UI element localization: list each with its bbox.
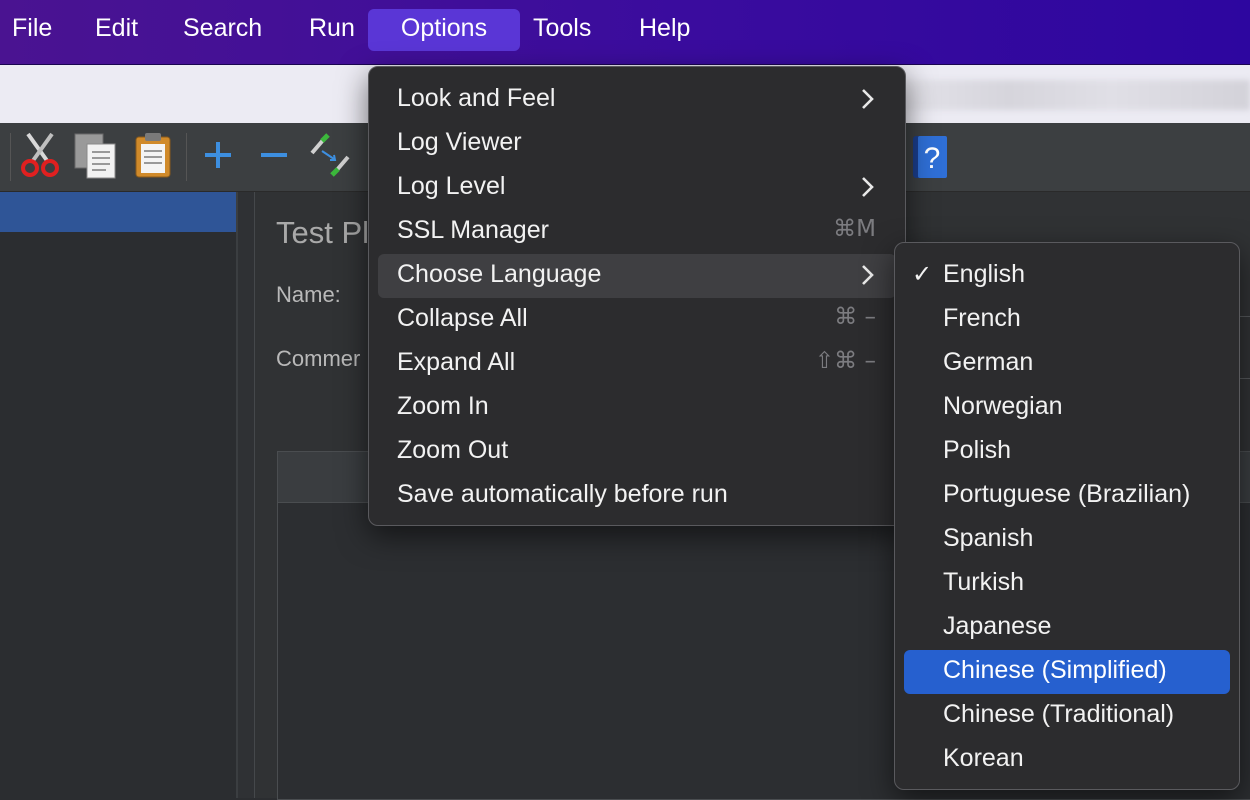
shortcut-label: ⌘ – — [834, 304, 876, 330]
chevron-right-icon — [862, 265, 874, 285]
menu-item-ssl-manager[interactable]: SSL Manager ⌘M — [378, 210, 896, 254]
menu-item-log-viewer[interactable]: Log Viewer — [378, 122, 896, 166]
menu-item-label: Log Viewer — [397, 128, 522, 156]
language-item-japanese[interactable]: Japanese — [904, 606, 1230, 650]
language-item-polish[interactable]: Polish — [904, 430, 1230, 474]
language-item-norwegian[interactable]: Norwegian — [904, 386, 1230, 430]
menu-item-label: Save automatically before run — [397, 480, 728, 508]
language-item-chinese-traditional[interactable]: Chinese (Traditional) — [904, 694, 1230, 738]
menu-edit[interactable]: Edit — [83, 9, 150, 51]
copy-icon[interactable] — [73, 132, 119, 180]
page-title: Test Pl — [276, 215, 370, 250]
chevron-right-icon — [862, 177, 874, 197]
menu-item-label: SSL Manager — [397, 216, 549, 244]
language-label: Portuguese (Brazilian) — [943, 480, 1191, 508]
language-item-korean[interactable]: Korean — [904, 738, 1230, 782]
menu-item-collapse-all[interactable]: Collapse All ⌘ – — [378, 298, 896, 342]
language-label: German — [943, 348, 1034, 376]
shortcut-label: ⌘M — [833, 216, 876, 242]
language-label: Chinese (Simplified) — [943, 656, 1167, 684]
paste-icon[interactable] — [134, 132, 172, 178]
language-item-chinese-simplified[interactable]: Chinese (Simplified) — [904, 650, 1230, 694]
language-label: English — [943, 260, 1025, 288]
language-label: Norwegian — [943, 392, 1063, 420]
menu-item-label: Collapse All — [397, 304, 528, 332]
menu-help[interactable]: Help — [627, 9, 702, 51]
menu-search[interactable]: Search — [171, 9, 274, 51]
menu-item-zoom-in[interactable]: Zoom In — [378, 386, 896, 430]
language-label: Japanese — [943, 612, 1052, 640]
menu-item-save-automatically[interactable]: Save automatically before run — [378, 474, 896, 518]
toolbar-separator — [186, 133, 187, 181]
menu-item-look-and-feel[interactable]: Look and Feel — [378, 78, 896, 122]
language-label: Turkish — [943, 568, 1025, 596]
cut-icon[interactable] — [20, 132, 60, 178]
field-edge — [1240, 378, 1250, 379]
language-submenu: ✓ English French German Norwegian Polish… — [894, 242, 1240, 790]
menu-item-choose-language[interactable]: Choose Language — [378, 254, 896, 298]
field-edge — [1240, 316, 1250, 317]
language-item-turkish[interactable]: Turkish — [904, 562, 1230, 606]
toolbar-separator — [10, 133, 11, 181]
checkmark-icon: ✓ — [912, 260, 933, 288]
chevron-right-icon — [862, 89, 874, 109]
collapse-icon[interactable] — [258, 139, 290, 171]
menu-item-label: Log Level — [397, 172, 506, 200]
menu-item-label: Expand All — [397, 348, 516, 376]
language-label: Spanish — [943, 524, 1034, 552]
language-item-french[interactable]: French — [904, 298, 1230, 342]
language-item-german[interactable]: German — [904, 342, 1230, 386]
blurred-path-field — [905, 80, 1250, 110]
menu-item-label: Look and Feel — [397, 84, 556, 112]
options-menu: Look and Feel Log Viewer Log Level SSL M… — [368, 66, 906, 526]
menu-file[interactable]: File — [0, 9, 64, 51]
svg-text:?: ? — [924, 142, 941, 175]
menu-item-zoom-out[interactable]: Zoom Out — [378, 430, 896, 474]
language-label: Chinese (Traditional) — [943, 700, 1175, 728]
test-plan-tree — [0, 192, 238, 798]
comment-label: Commer — [276, 346, 361, 371]
menu-item-log-level[interactable]: Log Level — [378, 166, 896, 210]
shortcut-label: ⇧⌘ – — [814, 348, 876, 374]
menu-tools[interactable]: Tools — [521, 9, 603, 51]
menu-run[interactable]: Run — [297, 9, 367, 51]
toggle-icon[interactable] — [308, 133, 352, 177]
tree-selected-node[interactable] — [0, 192, 236, 232]
name-label: Name: — [276, 282, 341, 307]
language-item-spanish[interactable]: Spanish — [904, 518, 1230, 562]
language-label: Korean — [943, 744, 1024, 772]
menu-item-label: Choose Language — [397, 260, 602, 288]
menu-bar: File Edit Search Run Options Tools Help — [0, 0, 1250, 65]
menu-item-label: Zoom In — [397, 392, 489, 420]
language-item-portuguese-brazilian[interactable]: Portuguese (Brazilian) — [904, 474, 1230, 518]
help-icon[interactable]: ? — [912, 135, 948, 179]
menu-item-expand-all[interactable]: Expand All ⇧⌘ – — [378, 342, 896, 386]
expand-icon[interactable] — [202, 139, 234, 171]
menu-options[interactable]: Options — [368, 9, 520, 51]
menu-item-label: Zoom Out — [397, 436, 509, 464]
language-label: French — [943, 304, 1021, 332]
language-item-english[interactable]: ✓ English — [904, 254, 1230, 298]
language-label: Polish — [943, 436, 1012, 464]
